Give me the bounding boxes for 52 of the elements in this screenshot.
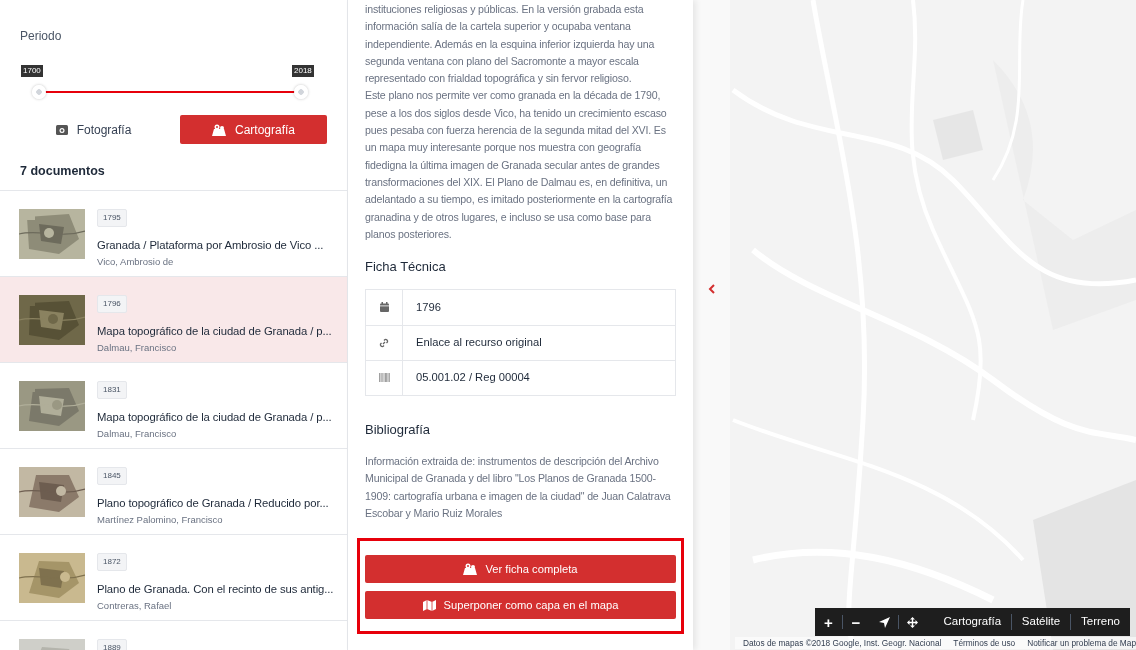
document-author: Vico, Ambrosio de	[97, 254, 174, 269]
document-title[interactable]: Mapa topográfico de la ciudad de Granada / p...	[97, 322, 332, 340]
description-text: Este plano nos permite ver como granada en la década de 1790, pese a los dos siglos desde Vico, ha tenido un crecimiento escaso pues pesaba con fuerza herencia de la segunda mitad del XVI. Es un mapa muy interesante porque nos muestra con geografía fidedigna la última imagen de Granada secular antes de grandes transformaciones del XIX. El Plano de Dalmau es, en definitiva, un adelantado a su tiempo, es imitado posteriormente en la cartografía granadina y de otros lugares, e incluso se usa como base para planos posteriores.	[365, 88, 674, 242]
tab[interactable]: Cartografía	[180, 115, 327, 144]
section-heading: Ficha Técnica	[365, 258, 447, 277]
document-author: Contreras, Rafael	[97, 598, 172, 613]
resource-link[interactable]: Enlace al recurso original	[416, 334, 542, 352]
calendar-icon	[379, 302, 389, 313]
info-value: 05.001.02 / Reg 00004	[416, 370, 530, 386]
barcode-icon	[378, 373, 390, 383]
attribution-link[interactable]: Términos de uso	[953, 637, 1016, 650]
attribution-link[interactable]: Notificar un problema de Map	[1027, 637, 1136, 650]
map-pins-icon	[212, 123, 226, 136]
year-badge: 1889	[97, 638, 127, 650]
results-count: 7 documentos	[20, 163, 106, 180]
section-heading: Bibliografía	[365, 420, 432, 439]
document-title[interactable]: Granada / Plataforma por Ambrosio de Vico ...	[97, 236, 324, 254]
move-icon[interactable]	[906, 616, 918, 628]
action-button[interactable]: Ver ficha completa	[365, 555, 676, 584]
year-badge: 1845	[97, 466, 127, 485]
document-author: Martínez Palomino, Francisco	[97, 512, 223, 527]
navigation-arrow-icon[interactable]	[879, 616, 891, 628]
description-text: instituciones religiosas y públicas. En la versión grabada esta información salía de la cartela superior y ocupaba ventana independiente. Además en la esquina inferior izquierda hay una segunda ventana con plano del Sacromonte a mayor escala representado con frialdad topográfica y sin fervor religioso.	[365, 2, 656, 87]
chevron-left-icon[interactable]	[708, 284, 716, 294]
map-type-button[interactable]: Terreno	[1071, 613, 1130, 631]
period-label: Periodo	[20, 28, 63, 45]
action-button[interactable]: Superponer como capa en el mapa	[365, 591, 676, 620]
map-pins-icon	[463, 563, 478, 576]
zoom-out-button[interactable]: −	[847, 614, 865, 630]
attribution-text: Datos de mapas ©2018 Google, Inst. Geogr. Nacional	[742, 637, 942, 650]
year-badge: 1795	[97, 208, 127, 227]
value-tooltip: 2018	[292, 65, 314, 77]
link-icon	[379, 337, 389, 348]
info-value: 1796	[416, 299, 441, 315]
folded-map-icon	[422, 599, 436, 611]
document-title[interactable]: Plano de Granada. Con el recinto de sus antig...	[97, 580, 334, 598]
year-badge: 1831	[97, 380, 127, 399]
document-author: Dalmau, Francisco	[97, 426, 177, 441]
map-type-button[interactable]: Satélite	[1011, 613, 1071, 631]
camera-icon	[55, 124, 68, 135]
document-author: Dalmau, Francisco	[97, 340, 177, 355]
document-item[interactable]: 1796 Mapa topográfico de la ciudad de Granada / p... Dalmau, Francisco	[0, 276, 347, 363]
zoom-in-button[interactable]: +	[819, 614, 837, 630]
value-tooltip: 1700	[21, 65, 43, 77]
map-type-button[interactable]: Cartografía	[933, 613, 1012, 631]
year-badge: 1796	[97, 294, 127, 313]
slider-thumb[interactable]	[294, 85, 308, 99]
slider-thumb[interactable]	[32, 85, 46, 99]
document-title[interactable]: Mapa topográfico de la ciudad de Granada / p...	[97, 408, 332, 426]
bibliography-text: Información extraida de: instrumentos de descripción del Archivo Municipal de Granada y del libro "Los Planos de Granada 1500-1909: cartografía urbana e imagen de la ciudad" de Juan Calatrava Escobar y Mario Ruiz Morales	[365, 454, 672, 522]
document-title[interactable]: Plano topográfico de Granada / Reducido por...	[97, 494, 329, 512]
year-badge: 1872	[97, 552, 127, 571]
